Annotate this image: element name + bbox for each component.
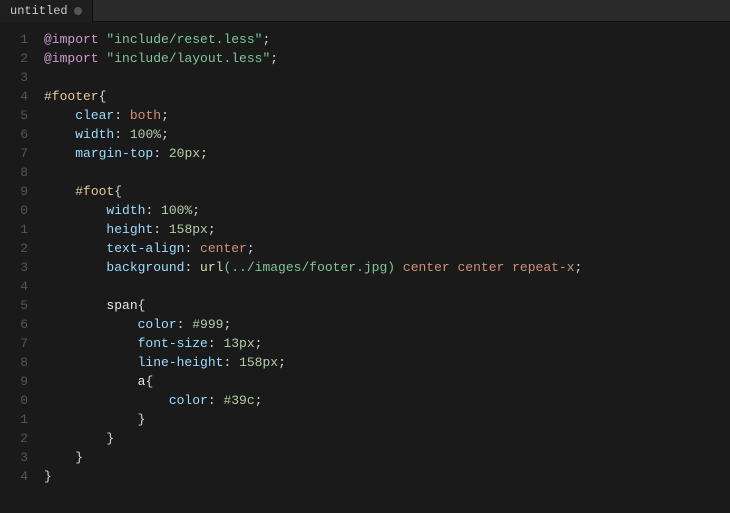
tab-modified-dot xyxy=(74,7,82,15)
line-number: 0 xyxy=(0,391,28,410)
code-line: font-size: 13px; xyxy=(44,334,730,353)
line-number: 3 xyxy=(0,448,28,467)
line-number: 3 xyxy=(0,68,28,87)
code-line xyxy=(44,68,730,87)
line-number: 6 xyxy=(0,315,28,334)
editor-area: 123456789012345678901234 @import "includ… xyxy=(0,22,730,513)
line-number: 4 xyxy=(0,277,28,296)
code-line: span{ xyxy=(44,296,730,315)
line-number: 5 xyxy=(0,296,28,315)
code-line: } xyxy=(44,429,730,448)
line-numbers: 123456789012345678901234 xyxy=(0,22,36,513)
line-number: 7 xyxy=(0,144,28,163)
code-line: text-align: center; xyxy=(44,239,730,258)
line-number: 2 xyxy=(0,49,28,68)
code-line: width: 100%; xyxy=(44,201,730,220)
code-line: line-height: 158px; xyxy=(44,353,730,372)
line-number: 2 xyxy=(0,429,28,448)
code-line: margin-top: 20px; xyxy=(44,144,730,163)
tab-bar: untitled xyxy=(0,0,730,22)
line-number: 1 xyxy=(0,220,28,239)
code-line: background: url(../images/footer.jpg) ce… xyxy=(44,258,730,277)
line-number: 7 xyxy=(0,334,28,353)
code-line: #foot{ xyxy=(44,182,730,201)
line-number: 8 xyxy=(0,353,28,372)
line-number: 2 xyxy=(0,239,28,258)
line-number: 8 xyxy=(0,163,28,182)
code-line: } xyxy=(44,467,730,486)
code-line: color: #39c; xyxy=(44,391,730,410)
line-number: 3 xyxy=(0,258,28,277)
code-line: #footer{ xyxy=(44,87,730,106)
code-line: width: 100%; xyxy=(44,125,730,144)
code-line: clear: both; xyxy=(44,106,730,125)
line-number: 1 xyxy=(0,410,28,429)
code-line: a{ xyxy=(44,372,730,391)
line-number: 5 xyxy=(0,106,28,125)
tab-title: untitled xyxy=(10,4,68,18)
line-number: 6 xyxy=(0,125,28,144)
file-tab[interactable]: untitled xyxy=(0,0,93,22)
code-line: @import "include/reset.less"; xyxy=(44,30,730,49)
code-line: color: #999; xyxy=(44,315,730,334)
code-line: } xyxy=(44,410,730,429)
code-area[interactable]: @import "include/reset.less";@import "in… xyxy=(36,22,730,513)
code-line: } xyxy=(44,448,730,467)
line-number: 9 xyxy=(0,182,28,201)
code-line xyxy=(44,277,730,296)
code-line xyxy=(44,163,730,182)
code-line: height: 158px; xyxy=(44,220,730,239)
line-number: 4 xyxy=(0,87,28,106)
line-number: 1 xyxy=(0,30,28,49)
line-number: 9 xyxy=(0,372,28,391)
code-line: @import "include/layout.less"; xyxy=(44,49,730,68)
line-number: 0 xyxy=(0,201,28,220)
line-number: 4 xyxy=(0,467,28,486)
